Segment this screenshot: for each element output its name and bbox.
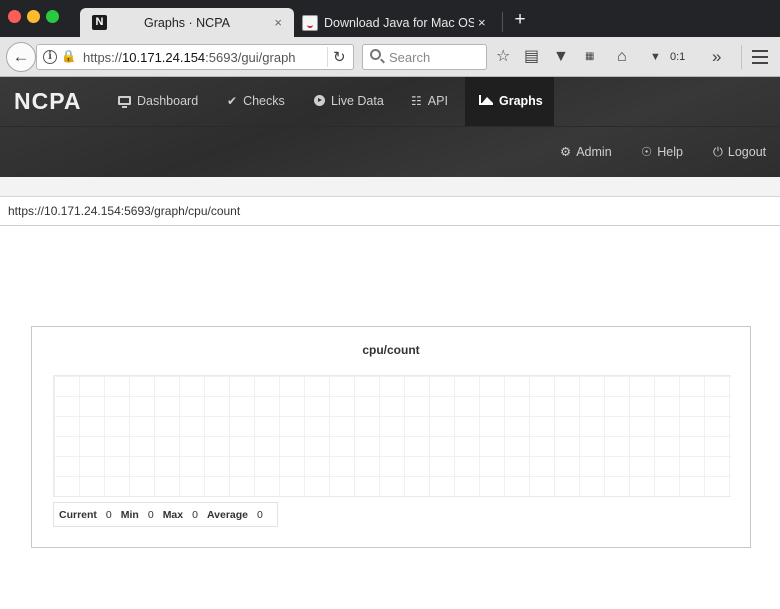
browser-navbar: ← i 🔒 ▲ https://10.171.24.154:5693/gui/g… <box>0 37 780 77</box>
zoom-window-button[interactable] <box>46 10 59 23</box>
url-text[interactable]: https://10.171.24.154:5693/gui/graph <box>83 50 295 65</box>
reading-list-icon[interactable]: ▤ <box>524 48 539 66</box>
nav-label: Dashboard <box>137 94 199 108</box>
power-icon: ⏻ <box>713 145 723 159</box>
back-arrow-icon[interactable]: ← <box>6 42 36 72</box>
stat-max-value: 0 <box>192 509 198 521</box>
graph-url-display: https://10.171.24.154:5693/graph/cpu/cou… <box>0 197 780 226</box>
tab-download-java[interactable]: Download Java for Mac OS X × <box>296 8 500 37</box>
nav-logout[interactable]: ⏻ Logout <box>713 127 766 177</box>
new-tab-icon[interactable]: + <box>512 9 528 31</box>
minimize-window-button[interactable] <box>27 10 40 23</box>
tab-title: Download Java for Mac OS X <box>324 16 474 30</box>
tab-divider <box>502 12 503 32</box>
nav-help[interactable]: ☉ Help <box>641 127 683 177</box>
area-chart-icon <box>479 95 493 105</box>
nav-label: Help <box>657 145 683 159</box>
nav-graphs[interactable]: Graphs <box>465 77 554 126</box>
reload-icon[interactable]: ↻ <box>333 48 346 66</box>
nav-label: Logout <box>727 145 767 159</box>
nav-dashboard[interactable]: Dashboard <box>118 77 198 126</box>
sitemap-icon: ☷ <box>411 94 422 108</box>
tab-title: Graphs · NCPA <box>144 16 230 30</box>
graph-panel: cpu/count Current 0 Min 0 Max 0 Average 0 <box>31 326 751 548</box>
nav-admin[interactable]: ⚙ Admin <box>560 127 612 177</box>
graph-title: cpu/count <box>362 343 420 357</box>
checkmark-icon: ✔ <box>227 94 238 108</box>
home-icon[interactable]: ⌂ <box>617 48 627 66</box>
gear-icon: ⚙ <box>560 145 572 159</box>
nav-label: Graphs <box>499 94 543 108</box>
info-icon[interactable]: i <box>43 50 57 64</box>
browser-tabstrip: N Graphs · NCPA × Download Java for Mac … <box>0 0 780 38</box>
close-window-button[interactable] <box>8 10 21 23</box>
pocket-icon[interactable]: ▼ <box>553 48 569 66</box>
stat-average-label: Average <box>206 509 249 521</box>
stat-current-value: 0 <box>105 509 112 521</box>
sub-toolbar <box>0 177 780 197</box>
graph-stats: Current 0 Min 0 Max 0 Average 0 <box>53 502 278 527</box>
graph-plot-area[interactable] <box>53 375 731 497</box>
stat-min-value: 0 <box>147 509 154 521</box>
stat-average-value: 0 <box>257 509 263 521</box>
java-favicon-icon <box>302 15 318 31</box>
search-icon <box>370 49 381 60</box>
stat-current-label: Current <box>59 509 97 521</box>
stat-max-label: Max <box>162 509 184 521</box>
close-tab-icon[interactable]: × <box>478 15 486 30</box>
blocker-counter[interactable]: 0:1 <box>670 51 685 63</box>
app-header: NCPA Dashboard ✔ Checks Live Data ☷ API Gr… <box>0 77 780 177</box>
nav-label: Live Data <box>331 94 384 108</box>
nav-api[interactable]: ☷ API <box>411 77 448 126</box>
filter-icon[interactable]: ▼ <box>650 48 661 66</box>
nav-checks[interactable]: ✔ Checks <box>227 77 285 126</box>
nav-live-data[interactable]: Live Data <box>314 77 384 126</box>
overflow-chevron-icon[interactable]: » <box>712 48 721 66</box>
nav-label: API <box>427 94 448 108</box>
toolbar-divider <box>741 45 742 69</box>
bookmark-star-icon[interactable]: ☆ <box>496 48 510 66</box>
brand-logo[interactable]: NCPA <box>14 88 81 115</box>
extension-icon[interactable]: ▦ <box>585 48 594 66</box>
menu-icon[interactable] <box>752 50 768 64</box>
url-bar[interactable]: i 🔒 ▲ https://10.171.24.154:5693/gui/gra… <box>36 44 354 70</box>
play-icon <box>314 95 325 106</box>
search-input[interactable]: Search <box>362 44 487 70</box>
stat-min-label: Min <box>120 509 139 521</box>
nav-label: Admin <box>576 145 612 159</box>
lifebuoy-icon: ☉ <box>641 145 653 159</box>
tab-graphs-ncpa[interactable]: N Graphs · NCPA × <box>80 8 294 38</box>
search-placeholder: Search <box>389 50 431 65</box>
urlbar-divider <box>327 47 328 67</box>
warning-icon: ▲ <box>67 54 76 64</box>
monitor-icon <box>118 96 131 108</box>
close-tab-icon[interactable]: × <box>274 15 282 30</box>
nav-label: Checks <box>243 94 285 108</box>
